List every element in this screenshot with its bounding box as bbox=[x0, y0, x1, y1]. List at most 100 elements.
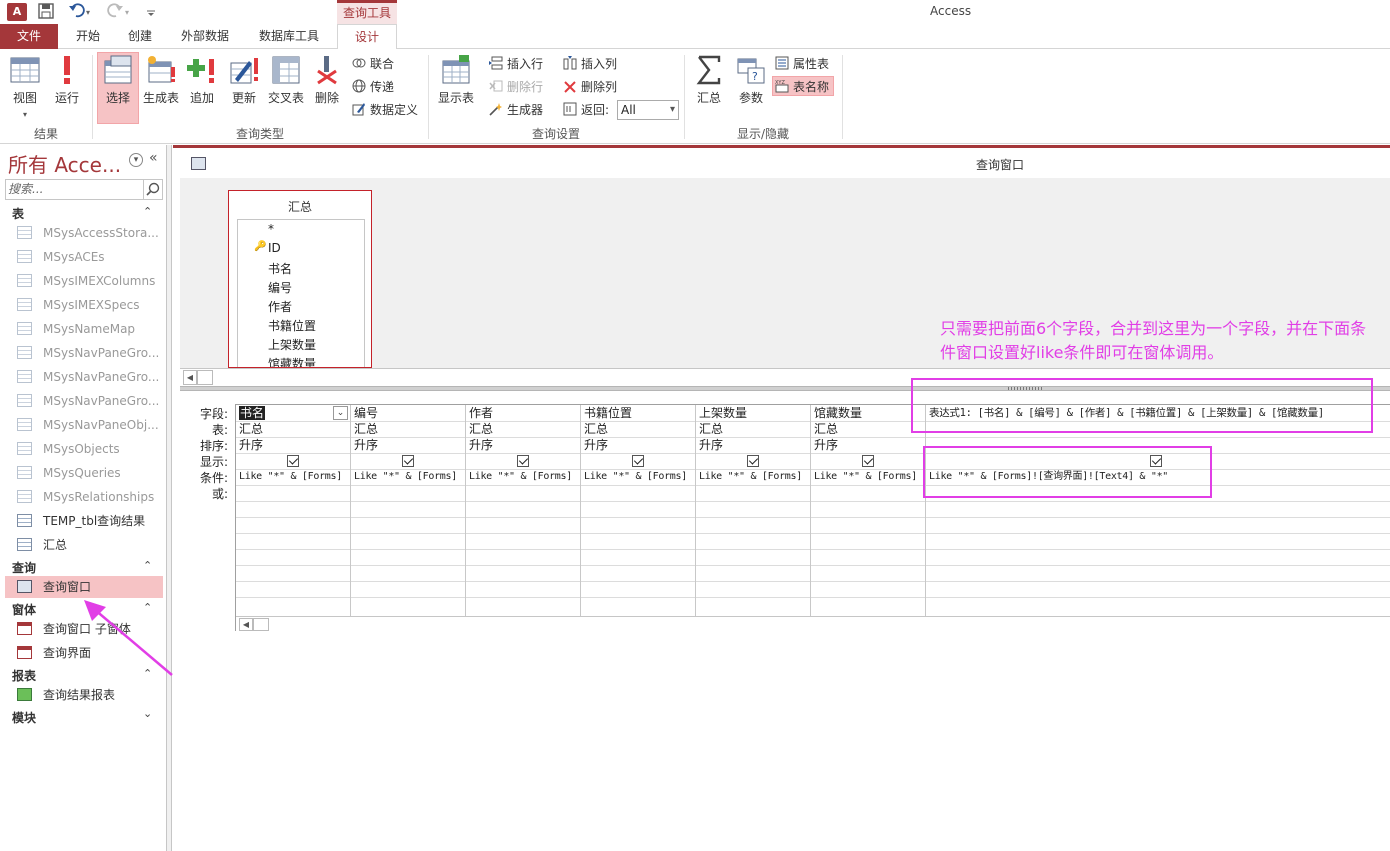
field-item[interactable]: 馆藏数量 bbox=[268, 355, 316, 367]
save-icon[interactable] bbox=[38, 3, 54, 21]
scroll-left-icon[interactable]: ◀ bbox=[183, 370, 197, 385]
nav-table-item[interactable]: MSysQueries bbox=[5, 462, 163, 484]
passthrough-button[interactable]: 传递 bbox=[352, 77, 394, 97]
show-checkbox[interactable] bbox=[287, 455, 299, 467]
append-button[interactable]: 追加 bbox=[182, 53, 222, 119]
select-query-button[interactable]: 选择 bbox=[97, 52, 139, 124]
tab-external-data[interactable]: 外部数据 bbox=[172, 24, 238, 49]
grid-horizontal-scrollbar[interactable]: ◀ bbox=[236, 616, 1390, 631]
tab-design[interactable]: 设计 bbox=[337, 24, 397, 50]
field-item[interactable]: 编号 bbox=[268, 279, 292, 296]
delete-rows-button[interactable]: 删除行 bbox=[489, 77, 543, 97]
field-cell[interactable]: 上架数量 bbox=[696, 405, 810, 421]
nav-report-item[interactable]: 查询结果报表 bbox=[5, 684, 163, 706]
show-checkbox[interactable] bbox=[747, 455, 759, 467]
nav-table-item[interactable]: MSysObjects bbox=[5, 438, 163, 460]
criteria-cell[interactable]: Like "*" & [Forms] bbox=[696, 469, 810, 485]
sort-cell[interactable]: 升序 bbox=[811, 437, 925, 453]
field-item[interactable]: 作者 bbox=[268, 298, 292, 315]
tab-database-tools[interactable]: 数据库工具 bbox=[248, 24, 330, 49]
nav-table-item[interactable]: MSysNavPaneGro... bbox=[5, 366, 163, 388]
field-item[interactable]: 书名 bbox=[268, 260, 292, 277]
nav-section-forms[interactable]: 窗体 bbox=[12, 601, 36, 618]
criteria-cell[interactable]: Like "*" & [Forms] bbox=[581, 469, 695, 485]
nav-collapse-icon[interactable]: « bbox=[149, 150, 158, 166]
nav-search-input[interactable]: 搜索... bbox=[5, 179, 163, 200]
nav-table-item[interactable]: MSysACEs bbox=[5, 246, 163, 268]
delete-query-button[interactable]: 删除 bbox=[307, 53, 347, 119]
criteria-cell[interactable]: Like "*" & [Forms] bbox=[351, 469, 465, 485]
field-cell[interactable]: 编号 bbox=[351, 405, 465, 421]
undo-icon[interactable]: ▾ bbox=[68, 3, 94, 21]
scroll-thumb[interactable] bbox=[253, 618, 269, 631]
scroll-thumb[interactable] bbox=[197, 370, 213, 385]
nav-table-item[interactable]: MSysNameMap bbox=[5, 318, 163, 340]
delete-columns-button[interactable]: 删除列 bbox=[563, 77, 617, 97]
nav-table-item[interactable]: MSysNavPaneGro... bbox=[5, 342, 163, 364]
show-checkbox[interactable] bbox=[517, 455, 529, 467]
grid-column[interactable]: 书籍位置 汇总 升序 Like "*" & [Forms] bbox=[581, 405, 696, 616]
nav-menu-dropdown-icon[interactable]: ▾ bbox=[129, 153, 143, 167]
table-cell[interactable]: 汇总 bbox=[351, 421, 465, 437]
table-field-list[interactable]: 汇总 🔑 * ID 书名 编号 作者 书籍位置 上架数量 馆藏数量 bbox=[228, 190, 372, 368]
nav-table-item[interactable]: MSysNavPaneGro... bbox=[5, 390, 163, 412]
tab-file[interactable]: 文件 bbox=[0, 24, 58, 49]
criteria-cell[interactable]: Like "*" & [Forms] bbox=[236, 469, 350, 485]
sort-cell[interactable]: 升序 bbox=[351, 437, 465, 453]
property-sheet-button[interactable]: 属性表 bbox=[775, 54, 829, 74]
nav-table-item[interactable]: MSysIMEXSpecs bbox=[5, 294, 163, 316]
update-button[interactable]: 更新 bbox=[222, 53, 266, 119]
expand-chevron-icon[interactable]: ⌄ bbox=[143, 707, 152, 720]
crosstab-button[interactable]: 交叉表 bbox=[265, 53, 307, 119]
table-cell[interactable]: 汇总 bbox=[811, 421, 925, 437]
nav-pane-splitter[interactable] bbox=[166, 145, 172, 851]
nav-table-item[interactable]: MSysRelationships bbox=[5, 486, 163, 508]
data-definition-button[interactable]: 数据定义 bbox=[352, 100, 418, 120]
nav-table-item[interactable]: MSysNavPaneObj... bbox=[5, 414, 163, 436]
nav-section-modules[interactable]: 模块 bbox=[12, 709, 36, 726]
sort-cell[interactable]: 升序 bbox=[466, 437, 580, 453]
show-checkbox[interactable] bbox=[402, 455, 414, 467]
make-table-button[interactable]: 生成表 bbox=[139, 53, 183, 119]
sort-cell[interactable]: 升序 bbox=[581, 437, 695, 453]
nav-table-item[interactable]: 汇总 bbox=[5, 534, 163, 556]
field-list[interactable]: 🔑 * ID 书名 编号 作者 书籍位置 上架数量 馆藏数量 bbox=[237, 219, 365, 367]
tab-home[interactable]: 开始 bbox=[66, 24, 110, 49]
run-button[interactable]: 运行 bbox=[45, 53, 89, 119]
show-table-button[interactable]: 显示表 bbox=[434, 53, 478, 119]
search-icon[interactable] bbox=[143, 180, 161, 199]
grid-column[interactable]: 编号 汇总 升序 Like "*" & [Forms] bbox=[351, 405, 466, 616]
dropdown-arrow-icon[interactable]: ⌄ bbox=[333, 406, 348, 420]
totals-button[interactable]: 汇总 bbox=[688, 53, 730, 119]
nav-section-queries[interactable]: 查询 bbox=[12, 559, 36, 576]
nav-section-reports[interactable]: 报表 bbox=[12, 667, 36, 684]
nav-pane-title[interactable]: 所有 Acce... bbox=[8, 149, 121, 178]
field-cell[interactable]: 馆藏数量 bbox=[811, 405, 925, 421]
view-button[interactable]: 视图 ▾ bbox=[3, 53, 47, 119]
nav-table-item[interactable]: TEMP_tbl查询结果 bbox=[5, 510, 163, 532]
table-cell[interactable]: 汇总 bbox=[236, 421, 350, 437]
field-cell[interactable]: 书籍位置 bbox=[581, 405, 695, 421]
grid-column[interactable]: 馆藏数量 汇总 升序 Like "*" & [Forms] bbox=[811, 405, 926, 616]
customize-icon[interactable] bbox=[146, 3, 156, 21]
grid-column[interactable]: 上架数量 汇总 升序 Like "*" & [Forms] bbox=[696, 405, 811, 616]
sort-cell[interactable]: 升序 bbox=[696, 437, 810, 453]
criteria-cell[interactable]: Like "*" & [Forms] bbox=[466, 469, 580, 485]
field-item[interactable]: 上架数量 bbox=[268, 336, 316, 353]
field-cell[interactable]: 书名 ⌄ bbox=[236, 405, 350, 421]
field-item[interactable]: 书籍位置 bbox=[268, 317, 316, 334]
nav-table-item[interactable]: MSysAccessStora... bbox=[5, 222, 163, 244]
show-checkbox[interactable] bbox=[632, 455, 644, 467]
collapse-chevron-icon[interactable]: ⌃ bbox=[143, 559, 152, 572]
insert-rows-button[interactable]: 插入行 bbox=[489, 54, 543, 74]
collapse-chevron-icon[interactable]: ⌃ bbox=[143, 205, 152, 218]
grid-column-expression[interactable]: 表达式1: [书名] & [编号] & [作者] & [书籍位置] & [上架数… bbox=[926, 405, 1390, 616]
show-checkbox[interactable] bbox=[862, 455, 874, 467]
parameters-button[interactable]: ? 参数 bbox=[730, 53, 772, 119]
scroll-left-icon[interactable]: ◀ bbox=[239, 618, 253, 631]
field-item[interactable]: * bbox=[268, 222, 274, 236]
nav-section-tables[interactable]: 表 bbox=[12, 205, 24, 222]
nav-table-item[interactable]: MSysIMEXColumns bbox=[5, 270, 163, 292]
table-cell[interactable]: 汇总 bbox=[466, 421, 580, 437]
table-cell[interactable]: 汇总 bbox=[696, 421, 810, 437]
